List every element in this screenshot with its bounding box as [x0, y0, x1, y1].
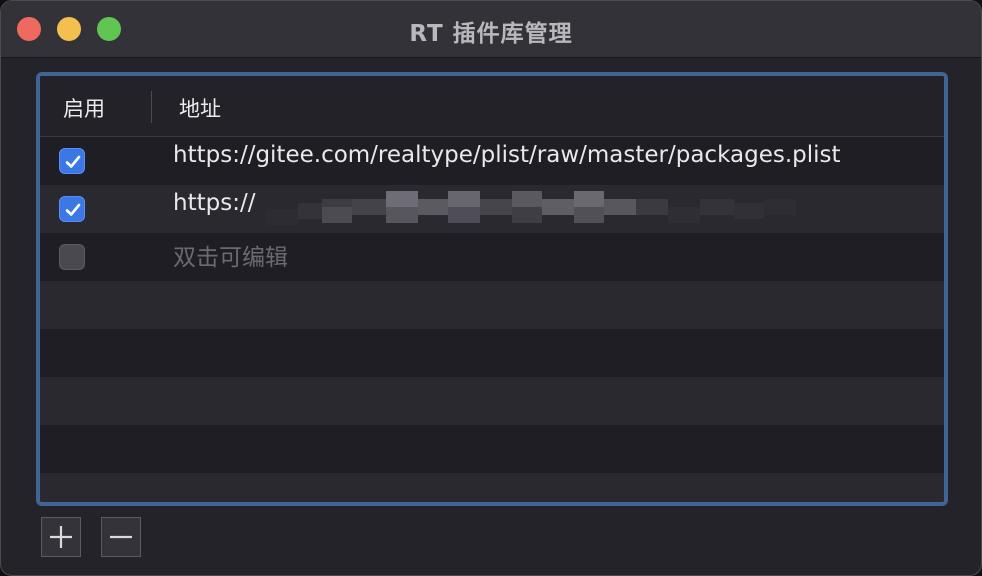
empty-row [40, 377, 944, 425]
enable-checkbox[interactable] [59, 244, 85, 270]
checkmark-icon [65, 203, 81, 216]
table-header: 启用 地址 [40, 76, 944, 137]
enable-checkbox[interactable] [59, 196, 85, 222]
title-bar[interactable]: RT 插件库管理 [1, 1, 981, 58]
address-cell[interactable]: https://gitee.com/realtype/plist/raw/mas… [173, 142, 841, 168]
checkmark-icon [65, 155, 81, 168]
empty-row [40, 473, 944, 502]
empty-row [40, 281, 944, 329]
remove-source-button[interactable] [101, 517, 141, 557]
empty-row [40, 425, 944, 473]
plugin-library-window: RT 插件库管理 启用 地址 https://gitee.com/realtyp… [0, 0, 982, 576]
address-placeholder[interactable]: 双击可编辑 [173, 238, 288, 272]
plus-icon [50, 526, 72, 548]
column-header-address[interactable]: 地址 [179, 93, 221, 123]
add-source-button[interactable] [41, 517, 81, 557]
minus-icon [110, 535, 132, 539]
window-title: RT 插件库管理 [409, 21, 573, 47]
table-row[interactable]: https:// [40, 185, 944, 233]
table-row[interactable]: https://gitee.com/realtype/plist/raw/mas… [40, 137, 944, 185]
empty-row [40, 329, 944, 377]
table-row[interactable]: 双击可编辑 [40, 233, 944, 281]
plugin-source-table[interactable]: 启用 地址 https://gitee.com/realtype/plist/r… [36, 72, 948, 506]
enable-checkbox[interactable] [59, 148, 85, 174]
column-separator[interactable] [151, 91, 152, 123]
column-header-enabled[interactable]: 启用 [63, 93, 105, 123]
address-cell[interactable]: https:// [173, 190, 255, 216]
